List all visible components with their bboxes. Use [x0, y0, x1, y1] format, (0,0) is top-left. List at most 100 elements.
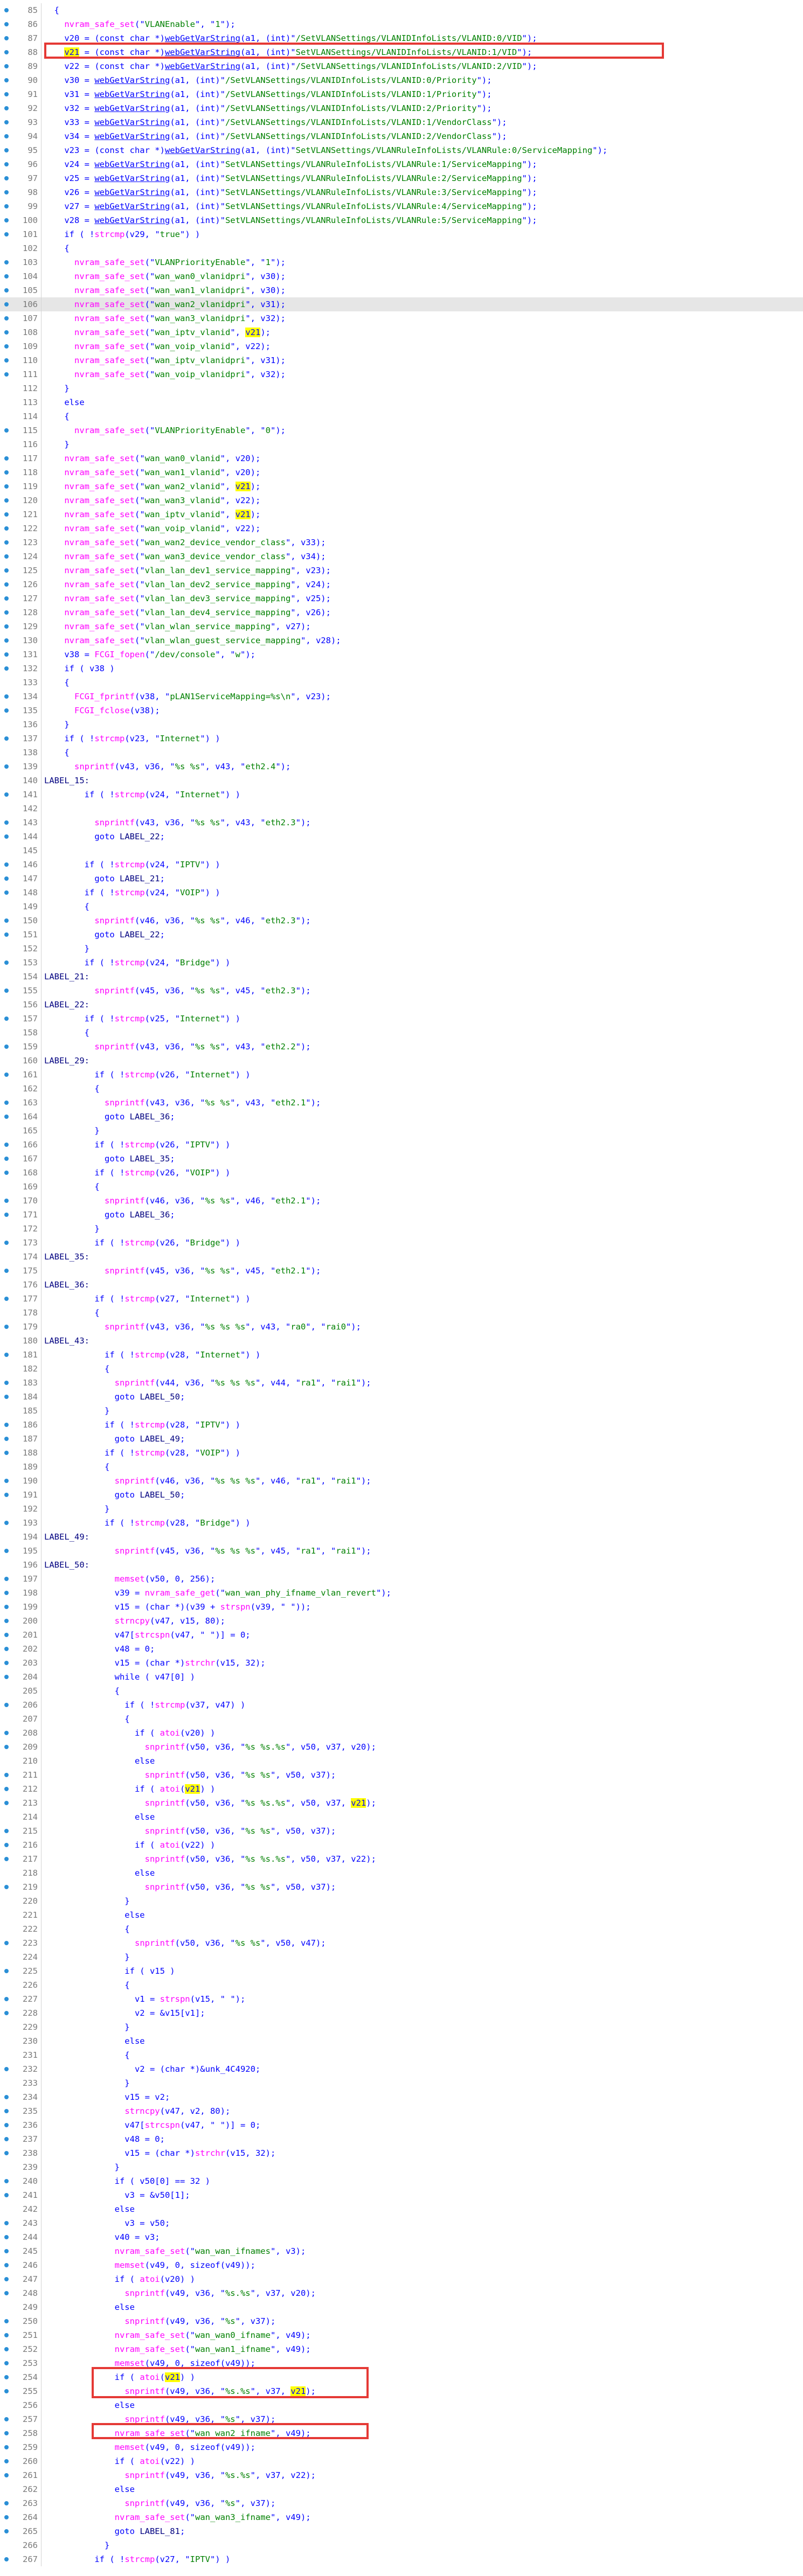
code-line-87[interactable]: 87 v20 = (const char *)webGetVarString(a…: [0, 31, 803, 45]
function-call[interactable]: snprintf: [124, 2316, 165, 2326]
highlighted-var[interactable]: v21: [64, 47, 80, 57]
code-line-199[interactable]: 199 v15 = (char *)(v39 + strspn(v39, " "…: [0, 1600, 803, 1614]
code-line-261[interactable]: 261 snprintf(v49, v36, "%s.%s", v37, v22…: [0, 2468, 803, 2482]
code-line-125[interactable]: 125 nvram_safe_set("vlan_lan_dev1_servic…: [0, 563, 803, 577]
highlighted-var[interactable]: v21: [245, 328, 261, 337]
code-line-168[interactable]: 168 if ( !strcmp(v26, "VOIP") ): [0, 1166, 803, 1180]
function-call[interactable]: snprintf: [94, 1042, 135, 1052]
underlined-call[interactable]: webGetVarString: [94, 215, 170, 225]
breakpoint-dot-icon[interactable]: [4, 2375, 9, 2379]
code-line-180[interactable]: 180 LABEL_43:: [0, 1334, 803, 1348]
code-line-256[interactable]: 256 else: [0, 2398, 803, 2412]
code-line-158[interactable]: 158 {: [0, 1026, 803, 1040]
breakpoint-dot-icon[interactable]: [4, 1941, 9, 1945]
code-line-179[interactable]: 179 snprintf(v43, v36, "%s %s %s", v43, …: [0, 1320, 803, 1334]
function-call[interactable]: strncpy: [124, 2106, 160, 2116]
label[interactable]: LABEL_49:: [44, 1532, 89, 1542]
code-line-147[interactable]: 147 goto LABEL_21;: [0, 872, 803, 886]
code-line-219[interactable]: 219 snprintf(v50, v36, "%s %s", v50, v37…: [0, 1880, 803, 1894]
underlined-call[interactable]: webGetVarString: [94, 75, 170, 85]
breakpoint-dot-icon[interactable]: [4, 92, 9, 96]
breakpoint-dot-icon[interactable]: [4, 2137, 9, 2141]
breakpoint-dot-icon[interactable]: [4, 1997, 9, 2001]
code-line-230[interactable]: 230 else: [0, 2034, 803, 2048]
code-line-116[interactable]: 116 }: [0, 437, 803, 451]
function-call[interactable]: nvram_safe_get: [145, 1588, 216, 1598]
code-line-110[interactable]: 110 nvram_safe_set("wan_iptv_vlanidpri",…: [0, 353, 803, 367]
breakpoint-dot-icon[interactable]: [4, 1213, 9, 1217]
code-line-265[interactable]: 265 goto LABEL_81;: [0, 2524, 803, 2538]
code-line-174[interactable]: 174 LABEL_35:: [0, 1250, 803, 1264]
function-call[interactable]: atoi: [160, 1784, 180, 1794]
function-call[interactable]: strcmp: [124, 1070, 155, 1080]
code-line-124[interactable]: 124 nvram_safe_set("wan_wan3_device_vend…: [0, 549, 803, 563]
code-line-96[interactable]: 96 v24 = webGetVarString(a1, (int)"SetVL…: [0, 157, 803, 171]
breakpoint-dot-icon[interactable]: [4, 2011, 9, 2015]
code-line-169[interactable]: 169 {: [0, 1180, 803, 1194]
function-call[interactable]: nvram_safe_set: [115, 2246, 185, 2256]
label[interactable]: LABEL_36:: [44, 1280, 89, 1290]
function-call[interactable]: nvram_safe_set: [74, 342, 145, 351]
code-line-159[interactable]: 159 snprintf(v43, v36, "%s %s", v43, "et…: [0, 1040, 803, 1054]
breakpoint-dot-icon[interactable]: [4, 1731, 9, 1735]
breakpoint-dot-icon[interactable]: [4, 568, 9, 573]
code-line-109[interactable]: 109 nvram_safe_set("wan_voip_vlanid", v2…: [0, 339, 803, 353]
breakpoint-dot-icon[interactable]: [4, 2193, 9, 2197]
code-line-90[interactable]: 90 v30 = webGetVarString(a1, (int)"/SetV…: [0, 73, 803, 87]
code-line-207[interactable]: 207 {: [0, 1712, 803, 1726]
breakpoint-dot-icon[interactable]: [4, 876, 9, 881]
code-line-129[interactable]: 129 nvram_safe_set("vlan_wlan_service_ma…: [0, 619, 803, 633]
code-line-238[interactable]: 238 v15 = (char *)strchr(v15, 32);: [0, 2146, 803, 2160]
code-line-226[interactable]: 226 {: [0, 1978, 803, 1992]
function-call[interactable]: snprintf: [145, 1882, 185, 1892]
code-line-266[interactable]: 266 }: [0, 2538, 803, 2552]
breakpoint-dot-icon[interactable]: [4, 582, 9, 587]
function-call[interactable]: nvram_safe_set: [64, 454, 135, 463]
breakpoint-dot-icon[interactable]: [4, 1857, 9, 1861]
breakpoint-dot-icon[interactable]: [4, 358, 9, 363]
function-call[interactable]: nvram_safe_set: [74, 426, 145, 435]
code-line-171[interactable]: 171 goto LABEL_36;: [0, 1208, 803, 1222]
code-line-254[interactable]: 254 if ( atoi(v21) ): [0, 2370, 803, 2384]
function-call[interactable]: nvram_safe_set: [115, 2428, 185, 2438]
code-line-153[interactable]: 153 if ( !strcmp(v24, "Bridge") ): [0, 956, 803, 970]
breakpoint-dot-icon[interactable]: [4, 106, 9, 110]
underlined-call[interactable]: webGetVarString: [94, 117, 170, 127]
breakpoint-dot-icon[interactable]: [4, 1451, 9, 1455]
breakpoint-dot-icon[interactable]: [4, 2515, 9, 2519]
breakpoint-dot-icon[interactable]: [4, 484, 9, 489]
code-line-134[interactable]: 134 FCGI_fprintf(v38, "pLAN1ServiceMappi…: [0, 690, 803, 704]
code-line-85[interactable]: 85 {: [0, 3, 803, 17]
code-line-208[interactable]: 208 if ( atoi(v20) ): [0, 1726, 803, 1740]
code-line-173[interactable]: 173 if ( !strcmp(v26, "Bridge") ): [0, 1236, 803, 1250]
code-line-224[interactable]: 224 }: [0, 1950, 803, 1964]
code-line-120[interactable]: 120 nvram_safe_set("wan_wan3_vlanid", v2…: [0, 493, 803, 507]
code-line-211[interactable]: 211 snprintf(v50, v36, "%s %s", v50, v37…: [0, 1768, 803, 1782]
breakpoint-dot-icon[interactable]: [4, 2109, 9, 2113]
breakpoint-dot-icon[interactable]: [4, 2417, 9, 2421]
code-line-251[interactable]: 251 nvram_safe_set("wan_wan0_ifname", v4…: [0, 2328, 803, 2342]
code-line-156[interactable]: 156 LABEL_22:: [0, 998, 803, 1012]
code-line-187[interactable]: 187 goto LABEL_49;: [0, 1432, 803, 1446]
breakpoint-dot-icon[interactable]: [4, 652, 9, 657]
function-call[interactable]: strcmp: [135, 1518, 165, 1528]
code-line-214[interactable]: 214 else: [0, 1810, 803, 1824]
breakpoint-dot-icon[interactable]: [4, 1675, 9, 1679]
breakpoint-dot-icon[interactable]: [4, 64, 9, 68]
underlined-call[interactable]: webGetVarString: [94, 89, 170, 99]
function-call[interactable]: atoi: [140, 2372, 160, 2382]
breakpoint-dot-icon[interactable]: [4, 8, 9, 12]
function-call[interactable]: strcmp: [115, 790, 145, 799]
breakpoint-dot-icon[interactable]: [4, 736, 9, 741]
function-call[interactable]: strcmp: [124, 1294, 155, 1304]
code-line-245[interactable]: 245 nvram_safe_set("wan_wan_ifnames", v3…: [0, 2244, 803, 2258]
breakpoint-dot-icon[interactable]: [4, 1423, 9, 1427]
breakpoint-dot-icon[interactable]: [4, 218, 9, 222]
code-line-126[interactable]: 126 nvram_safe_set("vlan_lan_dev2_servic…: [0, 577, 803, 591]
breakpoint-dot-icon[interactable]: [4, 2151, 9, 2155]
code-line-258[interactable]: 258 nvram_safe_set("wan_wan2_ifname", v4…: [0, 2426, 803, 2440]
function-call[interactable]: memset: [115, 2358, 145, 2368]
underlined-call[interactable]: webGetVarString: [165, 33, 240, 43]
code-line-178[interactable]: 178 {: [0, 1306, 803, 1320]
breakpoint-dot-icon[interactable]: [4, 1157, 9, 1161]
